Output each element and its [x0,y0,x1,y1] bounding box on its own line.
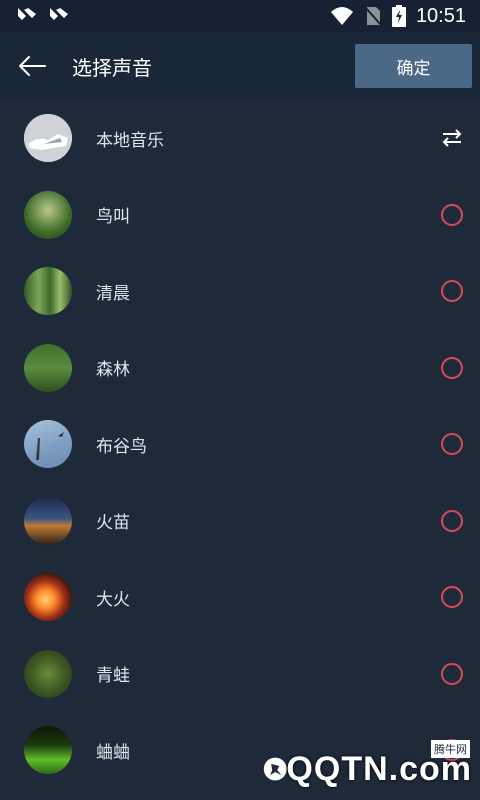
watermark: QQTN.com 腾牛网 [260,738,480,800]
swap-icon[interactable] [441,127,463,149]
radio-button[interactable] [441,662,463,685]
no-sim-icon [364,6,382,26]
flame-avatar [24,496,72,545]
back-button[interactable] [2,32,62,100]
wifi-icon [330,7,353,25]
list-item-label: 火苗 [96,513,130,534]
notification-icon [18,8,36,20]
list-item-frog[interactable]: 青蛙 [0,636,480,713]
notification-icon [50,8,68,20]
back-arrow-icon [19,56,46,76]
radio-button[interactable] [441,433,463,456]
list-item-label: 布谷鸟 [96,436,147,457]
app-header: 选择声音 确定 [0,32,480,100]
watermark-subtext: 腾牛网 [431,740,470,758]
radio-button[interactable] [441,586,463,609]
page-title: 选择声音 [72,55,152,80]
forest-avatar [24,343,72,392]
list-item-label: 鸟叫 [96,207,130,228]
list-item-label: 本地音乐 [96,130,164,151]
cricket-avatar [24,726,72,775]
radio-button[interactable] [441,280,463,303]
battery-icon [391,5,406,27]
list-item-cuckoo[interactable]: 布谷鸟 [0,406,480,483]
cuckoo-avatar [24,420,72,469]
list-item-label: 清晨 [96,283,130,304]
frog-avatar [24,649,72,698]
list-item-forest[interactable]: 森林 [0,330,480,407]
radio-button[interactable] [441,509,463,532]
clock: 10:51 [415,4,466,27]
list-item-label: 森林 [96,360,130,381]
list-item-morning[interactable]: 清晨 [0,253,480,330]
list-item-label: 大火 [96,589,130,610]
list-item-big-fire[interactable]: 大火 [0,559,480,636]
big-fire-avatar [24,573,72,622]
sound-list: 本地音乐 鸟叫 清晨 森林 布谷鸟 火苗 大火 青蛙 蛐蛐 [0,100,480,789]
status-bar: 10:51 [0,0,480,32]
list-item-birdsong[interactable]: 鸟叫 [0,177,480,254]
list-item-label: 青蛙 [96,666,130,687]
morning-avatar [24,267,72,316]
birdsong-avatar [24,190,72,239]
radio-button[interactable] [441,356,463,379]
radio-button[interactable] [441,203,463,226]
list-item-flame[interactable]: 火苗 [0,483,480,560]
local-music-avatar [24,114,72,163]
confirm-button[interactable]: 确定 [355,44,472,88]
list-item-local-music[interactable]: 本地音乐 [0,100,480,177]
